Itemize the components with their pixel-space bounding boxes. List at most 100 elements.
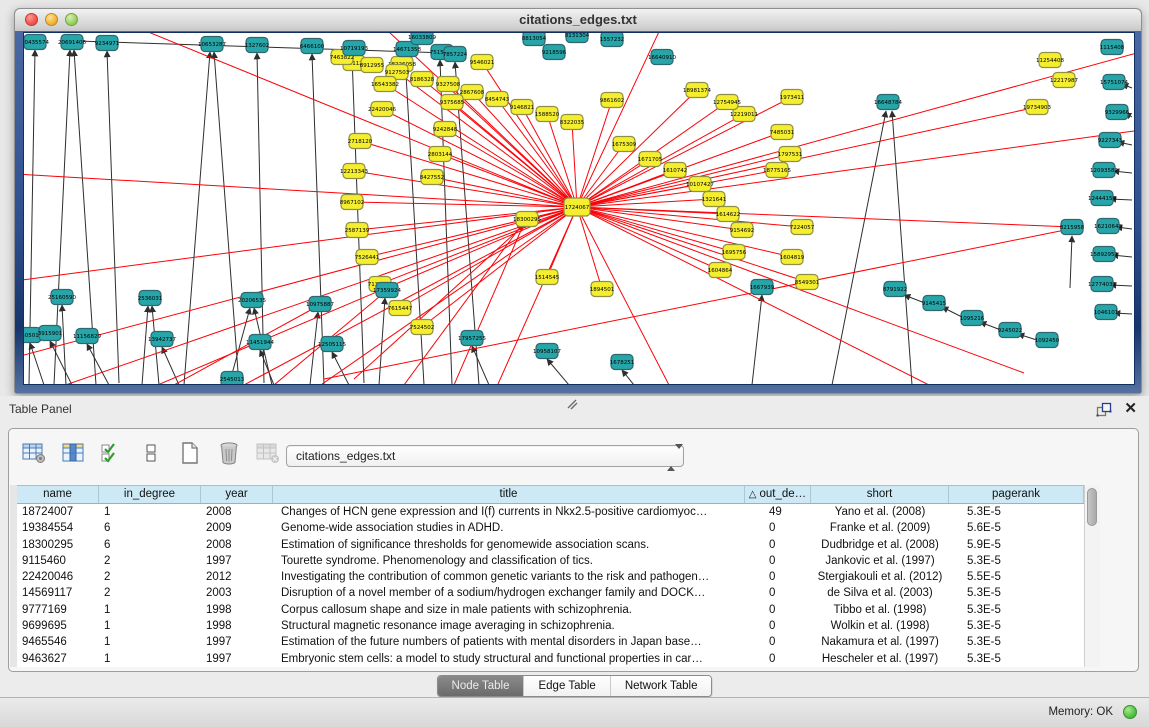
graph-node[interactable]: 2867608 — [460, 85, 485, 100]
table-scrollbar-thumb[interactable] — [1087, 488, 1097, 526]
graph-node[interactable]: 8427552 — [420, 170, 445, 185]
graph-node[interactable]: 1724067 — [564, 198, 590, 216]
column-header-1[interactable]: in_degree — [99, 486, 201, 503]
graph-node[interactable]: 1092450 — [1035, 333, 1060, 348]
graph-node[interactable]: 16640910 — [648, 50, 676, 65]
graph-node[interactable]: 1514545 — [535, 270, 560, 285]
graph-node[interactable]: 11156829 — [73, 329, 101, 344]
graph-node[interactable]: 22420046 — [368, 102, 396, 117]
graph-node[interactable]: 9146821 — [510, 100, 535, 115]
graph-node[interactable]: 7485031 — [770, 125, 795, 140]
table-row[interactable]: 1938455462009Genome-wide association stu… — [17, 520, 1084, 536]
graph-node[interactable]: 6466100 — [300, 39, 325, 54]
graph-node[interactable]: 7224057 — [790, 220, 815, 235]
graph-node[interactable]: 20691406 — [58, 35, 86, 50]
column-header-3[interactable]: title — [273, 486, 745, 503]
graph-node[interactable]: 2803144 — [428, 147, 453, 162]
graph-node[interactable]: 10107427 — [686, 177, 714, 192]
close-panel-icon[interactable]: ✕ — [1124, 401, 1137, 417]
graph-node[interactable]: 8186328 — [410, 72, 435, 87]
graph-node[interactable]: 9242848 — [433, 122, 458, 137]
table-row[interactable]: 969969511998Structural magnetic resonanc… — [17, 618, 1084, 634]
float-panel-icon[interactable] — [1096, 402, 1112, 417]
column-header-2[interactable]: year — [201, 486, 273, 503]
graph-node[interactable]: 1327602 — [245, 38, 270, 53]
graph-node[interactable]: 3915901 — [38, 326, 63, 341]
graph-node[interactable]: 12093582 — [1090, 163, 1118, 178]
graph-node[interactable]: 10719193 — [340, 41, 368, 56]
graph-node[interactable]: 8322035 — [560, 115, 585, 130]
graph-node[interactable]: 7615447 — [388, 301, 413, 316]
graph-node[interactable]: 11451944 — [246, 335, 274, 350]
graph-node[interactable]: 12213343 — [340, 164, 368, 179]
graph-node[interactable]: 9234971 — [95, 36, 120, 51]
graph-node[interactable]: 9327508 — [436, 77, 461, 92]
graph-node[interactable]: 16648784 — [874, 95, 902, 110]
table-row[interactable]: 2242004622012Investigating the contribut… — [17, 569, 1084, 585]
graph-node[interactable]: 1671705 — [638, 152, 663, 167]
graph-node[interactable]: 1614622 — [716, 207, 741, 222]
graph-node[interactable]: 9154692 — [730, 223, 755, 238]
graph-node[interactable]: 2536031 — [138, 291, 163, 306]
graph-node[interactable]: 9218596 — [542, 45, 567, 60]
graph-node[interactable]: 18981374 — [683, 83, 711, 98]
graph-node[interactable]: 8912955 — [360, 58, 385, 73]
graph-node[interactable]: 13942737 — [148, 332, 176, 347]
graph-node[interactable]: 25160590 — [48, 290, 76, 305]
graph-node[interactable]: 9546021 — [470, 55, 495, 70]
graph-node[interactable]: 16543382 — [371, 77, 399, 92]
graph-node[interactable]: 7524502 — [410, 320, 435, 335]
graph-node[interactable]: 8967102 — [340, 195, 365, 210]
graph-node[interactable]: 7857224 — [443, 47, 468, 62]
graph-node[interactable]: 8454743 — [485, 92, 510, 107]
graph-node[interactable]: 1588520 — [535, 107, 560, 122]
graph-node[interactable]: 12444159 — [1088, 191, 1116, 206]
tab-edge-table[interactable]: Edge Table — [524, 676, 610, 696]
graph-node[interactable]: 16210643 — [1094, 219, 1122, 234]
graph-node[interactable]: 7526441 — [355, 250, 380, 265]
graph-node[interactable]: 12754945 — [713, 95, 741, 110]
select-columns-button[interactable] — [99, 440, 125, 466]
graph-node[interactable]: 10958107 — [533, 344, 561, 359]
graph-node[interactable]: 20206535 — [238, 293, 266, 308]
column-header-4[interactable]: △out_de… — [745, 486, 811, 503]
graph-node[interactable]: 2545013 — [220, 372, 245, 385]
graph-node[interactable]: 12505115 — [318, 337, 346, 352]
graph-node[interactable]: 8813054 — [522, 33, 547, 46]
table-row[interactable]: 1830029562008Estimation of significance … — [17, 537, 1084, 553]
graph-node[interactable]: 12217987 — [1050, 73, 1078, 88]
graph-node[interactable]: 1667939 — [750, 280, 775, 295]
graph-node[interactable]: 9245022 — [998, 323, 1023, 338]
graph-node[interactable]: 18775165 — [763, 163, 791, 178]
show-columns-button[interactable] — [60, 440, 86, 466]
graph-node[interactable]: 9861602 — [600, 93, 625, 108]
graph-node[interactable]: 1695756 — [722, 245, 747, 260]
graph-node[interactable]: 1678251 — [610, 355, 635, 370]
graph-node[interactable]: 1675309 — [612, 137, 637, 152]
graph-node[interactable]: 10653287 — [198, 37, 226, 52]
graph-node[interactable]: 12774031 — [1088, 277, 1116, 292]
graph-node[interactable]: 10975887 — [306, 297, 334, 312]
create-column-button[interactable] — [177, 440, 203, 466]
graph-node[interactable]: 8549301 — [795, 275, 820, 290]
table-row[interactable]: 946362711997Embryonic stem cells: a mode… — [17, 651, 1084, 667]
graph-node[interactable]: 18300295 — [513, 212, 541, 227]
network-canvas[interactable]: 1724067183002958601123891295518226058912… — [23, 32, 1135, 385]
table-row[interactable]: 977716911998Corpus callosum shape and si… — [17, 602, 1084, 618]
graph-node[interactable]: 19734903 — [1023, 100, 1051, 115]
graph-node[interactable]: 9329966 — [1105, 105, 1130, 120]
graph-node[interactable]: 15751074 — [1100, 75, 1128, 90]
column-header-0[interactable]: name — [17, 486, 99, 503]
graph-node[interactable]: 15892951 — [1090, 247, 1118, 262]
column-header-5[interactable]: short — [811, 486, 949, 503]
graph-node[interactable]: 1115408 — [1100, 40, 1125, 55]
tab-node-table[interactable]: Node Table — [438, 676, 525, 696]
citation-network-graph[interactable]: 1724067183002958601123891295518226058912… — [24, 33, 1134, 384]
table-selector-dropdown[interactable]: citations_edges.txt — [286, 445, 684, 467]
window-titlebar[interactable]: citations_edges.txt — [15, 9, 1141, 32]
graph-node[interactable]: 1046101 — [1094, 305, 1119, 320]
graph-node[interactable]: 9227343 — [1098, 133, 1123, 148]
graph-node[interactable]: 9375685 — [440, 95, 465, 110]
graph-node[interactable]: 9145415 — [922, 296, 947, 311]
graph-node[interactable]: 1604864 — [708, 263, 733, 278]
